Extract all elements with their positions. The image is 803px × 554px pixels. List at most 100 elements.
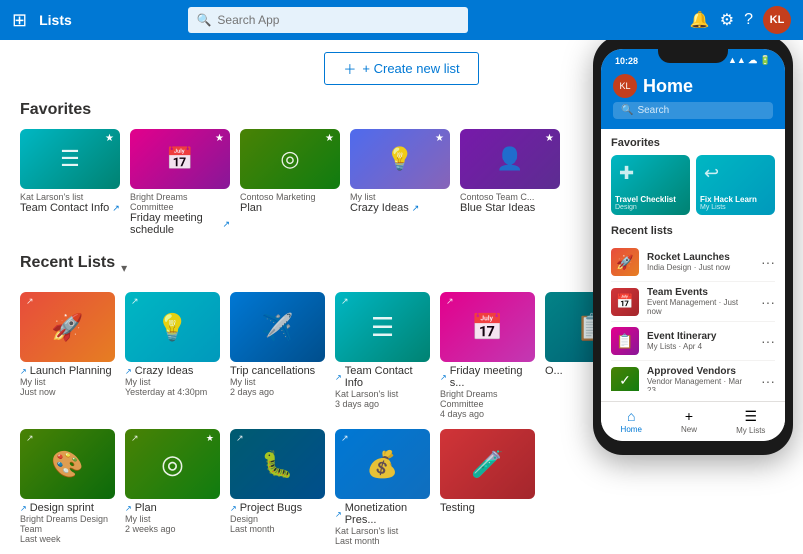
phone-fav-card[interactable]: ↩ Fix Hack Learn My Lists: [696, 155, 775, 215]
fav-card-thumb: 📅 ★: [130, 129, 230, 189]
list-card-icon: 🚀: [51, 312, 83, 343]
share-icon: ↗: [412, 203, 420, 214]
list-card-thumb: 💡 ↗: [125, 292, 220, 362]
shared-indicator: ↗: [440, 373, 447, 382]
phone-nav-new[interactable]: + New: [681, 408, 697, 435]
user-avatar[interactable]: KL: [763, 6, 791, 34]
phone-nav-home[interactable]: ⌂ Home: [621, 408, 642, 435]
favorite-card[interactable]: ☰ ★ Kat Larson's list Team Contact Info …: [20, 129, 120, 236]
phone-list-meta: India Design · Just now: [647, 263, 753, 272]
share-icon: ↗: [446, 296, 454, 307]
list-card-owner: My list: [20, 377, 115, 387]
recent-list-card[interactable]: 🎨 ↗ ↗ Design sprint Bright Dreams Design…: [20, 429, 115, 546]
search-bar[interactable]: 🔍: [188, 7, 468, 33]
list-card-owner: My list: [230, 377, 325, 387]
list-card-icon: ✈️: [261, 312, 293, 343]
phone-body: Favorites ✚ Travel Checklist Design ↩ Fi…: [601, 129, 785, 391]
list-card-icon: 🧪: [471, 449, 503, 480]
star-icon: ★: [105, 133, 114, 144]
phone-list-info: Rocket Launches India Design · Just now: [647, 252, 753, 272]
shared-indicator: ↗: [335, 510, 342, 519]
recent-list-card[interactable]: 📅 ↗ ↗ Friday meeting s... Bright Dreams …: [440, 292, 535, 419]
recent-list-card[interactable]: ◎ ★ ↗ ↗ Plan My list 2 weeks ago: [125, 429, 220, 546]
share-icon: ↗: [341, 433, 349, 444]
list-card-time: 4 days ago: [440, 409, 535, 419]
recent-list-card[interactable]: 🚀 ↗ ↗ Launch Planning My list Just now: [20, 292, 115, 419]
recent-list-card[interactable]: 💡 ↗ ↗ Crazy Ideas My list Yesterday at 4…: [125, 292, 220, 419]
fav-card-icon: 👤: [496, 146, 523, 172]
more-icon[interactable]: ···: [761, 373, 775, 389]
favorite-card[interactable]: 💡 ★ My list Crazy Ideas ↗: [350, 129, 450, 236]
search-input[interactable]: [217, 13, 460, 27]
phone-notch: [658, 49, 728, 63]
phone-signal-icons: ▲▲ ☁ 🔋: [728, 55, 771, 66]
grid-icon[interactable]: ⊞: [12, 10, 27, 31]
shared-indicator: ↗: [335, 373, 342, 382]
phone-fav-sub: My Lists: [700, 204, 771, 211]
phone-bottom-nav: ⌂ Home + New ☰ My Lists: [601, 401, 785, 441]
phone-nav-icon: ☰: [744, 408, 757, 425]
list-card-thumb: 🚀 ↗: [20, 292, 115, 362]
phone-search-bar[interactable]: 🔍 Search: [613, 102, 773, 119]
recent-list-card[interactable]: ☰ ↗ ↗ Team Contact Info Kat Larson's lis…: [335, 292, 430, 419]
star-icon: ★: [435, 133, 444, 144]
notification-icon[interactable]: 🔔: [690, 10, 710, 30]
phone-list-name: Event Itinerary: [647, 331, 753, 342]
phone-fav-icon: ✚: [615, 159, 686, 188]
phone-avatar: KL: [613, 74, 637, 98]
list-card-thumb: ✈️: [230, 292, 325, 362]
help-icon[interactable]: ?: [744, 11, 753, 29]
recent-list-card[interactable]: 🐛 ↗ ↗ Project Bugs Design Last month: [230, 429, 325, 546]
create-new-list-button[interactable]: ＋ + Create new list: [324, 52, 478, 85]
phone-fav-card[interactable]: ✚ Travel Checklist Design: [611, 155, 690, 215]
favorite-card[interactable]: 👤 ★ Contoso Team C... Blue Star Ideas: [460, 129, 560, 236]
phone-list-meta: Event Management · Just now: [647, 298, 753, 316]
phone-nav-icon: ⌂: [627, 408, 635, 424]
list-card-name: ↗ Launch Planning: [20, 365, 115, 377]
phone-fav-sub: Design: [615, 204, 686, 211]
list-card-icon: ☰: [371, 312, 394, 343]
phone-nav-my-lists[interactable]: ☰ My Lists: [736, 408, 765, 435]
phone-list-item[interactable]: 📋 Event Itinerary My Lists · Apr 4 ···: [611, 322, 775, 361]
shared-indicator: ↗: [20, 504, 27, 513]
favorite-card[interactable]: 📅 ★ Bright Dreams Committee Friday meeti…: [130, 129, 230, 236]
list-card-name: Trip cancellations: [230, 365, 325, 377]
list-card-time: Last week: [20, 534, 115, 544]
list-card-owner: Kat Larson's list: [335, 389, 430, 399]
favorite-card[interactable]: ◎ ★ Contoso Marketing Plan: [240, 129, 340, 236]
recent-list-card[interactable]: ✈️ Trip cancellations My list 2 days ago: [230, 292, 325, 419]
more-icon[interactable]: ···: [761, 294, 775, 310]
phone-screen: 10:28 ▲▲ ☁ 🔋 KL Home 🔍 Search: [601, 49, 785, 441]
fav-card-icon: ◎: [280, 146, 299, 172]
phone-search-placeholder: Search: [637, 105, 669, 116]
share-icon: ↗: [222, 219, 230, 230]
recent-list-card[interactable]: 💰 ↗ ↗ Monetization Pres... Kat Larson's …: [335, 429, 430, 546]
phone-list-name: Rocket Launches: [647, 252, 753, 263]
list-card-time: Yesterday at 4:30pm: [125, 387, 220, 397]
more-icon[interactable]: ···: [761, 254, 775, 270]
phone-list-item[interactable]: ✓ Approved Vendors Vendor Management · M…: [611, 361, 775, 391]
list-card-thumb: ◎ ★ ↗: [125, 429, 220, 499]
phone-list-meta: Vendor Management · Mar 23: [647, 377, 753, 391]
phone-recent-title: Recent lists: [611, 225, 775, 237]
list-card-time: Last month: [230, 524, 325, 534]
phone-list-info: Team Events Event Management · Just now: [647, 287, 753, 316]
more-icon[interactable]: ···: [761, 333, 775, 349]
star-icon: ★: [545, 133, 554, 144]
phone-list-name: Team Events: [647, 287, 753, 298]
list-card-time: 2 days ago: [230, 387, 325, 397]
fav-card-name: Crazy Ideas ↗: [350, 202, 450, 214]
fav-card-name: Team Contact Info ↗: [20, 202, 120, 214]
list-card-owner: Bright Dreams Committee: [440, 389, 535, 409]
list-card-owner: My list: [125, 514, 220, 524]
list-card-time: 2 weeks ago: [125, 524, 220, 534]
recent-list-card[interactable]: 🧪 Testing: [440, 429, 535, 546]
phone-list-item[interactable]: 🚀 Rocket Launches India Design · Just no…: [611, 243, 775, 282]
share-icon: ↗: [341, 296, 349, 307]
phone-list-item[interactable]: 📅 Team Events Event Management · Just no…: [611, 282, 775, 322]
phone-recent-list: 🚀 Rocket Launches India Design · Just no…: [611, 243, 775, 391]
phone-list-info: Event Itinerary My Lists · Apr 4: [647, 331, 753, 351]
settings-icon[interactable]: ⚙: [720, 10, 734, 30]
phone-list-meta: My Lists · Apr 4: [647, 342, 753, 351]
fav-card-name: Blue Star Ideas: [460, 202, 560, 214]
